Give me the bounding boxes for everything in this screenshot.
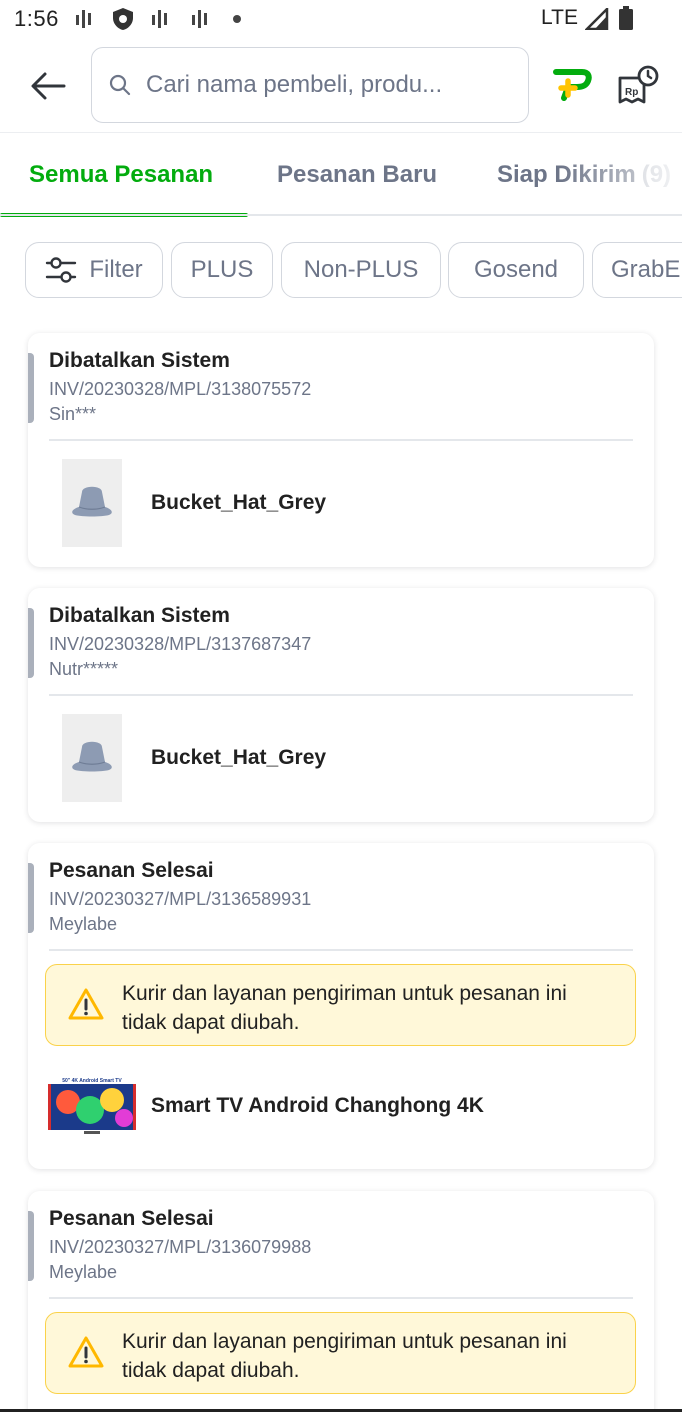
order-status: Dibatalkan Sistem (49, 604, 230, 627)
order-status: Pesanan Selesai (49, 859, 214, 882)
card-divider (49, 439, 633, 441)
cell-signal-icon (585, 8, 609, 30)
tab-all-orders[interactable]: Semua Pesanan (29, 133, 213, 217)
product-name: Smart TV Android Changhong 4K (151, 1094, 484, 1117)
tab-count-badge: (9) (641, 161, 672, 188)
tabs-divider (0, 214, 682, 216)
order-status: Pesanan Selesai (49, 1207, 214, 1230)
product-image (62, 714, 122, 802)
arrow-left-icon (31, 72, 66, 100)
svg-text:Rp: Rp (625, 87, 638, 98)
chip-gosend[interactable]: Gosend (448, 242, 584, 298)
chip-label: Non-PLUS (303, 256, 419, 283)
order-status: Dibatalkan Sistem (49, 349, 230, 372)
order-card[interactable]: Dibatalkan Sistem INV/20230328/MPL/31380… (28, 333, 654, 567)
warning-text: Kurir dan layanan pengiriman untuk pesan… (122, 982, 567, 1034)
chip-plus[interactable]: PLUS (171, 242, 273, 298)
product-image: 50" 4K Android Smart TV (48, 1076, 136, 1136)
invoice-number: INV/20230328/MPL/3138075572 (49, 379, 312, 399)
card-divider (49, 1297, 633, 1299)
invoice-number: INV/20230327/MPL/3136589931 (49, 889, 312, 909)
status-time: 1:56 (14, 6, 59, 31)
invoice-number: INV/20230328/MPL/3137687347 (49, 634, 312, 654)
shield-icon (113, 8, 133, 30)
buyer-name: Meylabe (49, 914, 118, 934)
filter-button[interactable]: Filter (25, 242, 163, 298)
tab-label: Siap Dikirim (497, 161, 636, 188)
sliders-icon (45, 256, 77, 284)
back-button[interactable] (26, 64, 70, 108)
status-indicator-bar (28, 353, 34, 423)
topay-button[interactable] (548, 66, 592, 107)
invoice-number: INV/20230327/MPL/3136079988 (49, 1237, 312, 1257)
search-icon (109, 74, 131, 96)
product-name: Bucket_Hat_Grey (151, 491, 327, 514)
tab-new-orders[interactable]: Pesanan Baru (277, 133, 437, 217)
status-indicator-bar (28, 608, 34, 678)
battery-icon (619, 6, 633, 30)
product-image-caption: 50" 4K Android Smart TV (62, 1078, 122, 1084)
chip-label: Filter (89, 256, 143, 283)
chip-non-plus[interactable]: Non-PLUS (281, 242, 441, 298)
receipt-clock-icon: Rp (618, 65, 659, 104)
product-name: Bucket_Hat_Grey (151, 746, 327, 769)
card-divider (49, 694, 633, 696)
topay-icon (553, 69, 592, 101)
search-bar[interactable] (91, 47, 529, 123)
warning-icon (68, 1336, 104, 1368)
warning-text: Kurir dan layanan pengiriman untuk pesan… (122, 1330, 567, 1382)
signal-bars-icon (192, 10, 207, 28)
tab-label: Semua Pesanan (29, 161, 214, 188)
status-bar: 1:56 LTE (0, 0, 682, 40)
signal-bars-icon (76, 10, 91, 28)
status-indicator-bar (28, 863, 34, 933)
buyer-name: Meylabe (49, 1262, 118, 1282)
buyer-name: Sin*** (49, 404, 97, 424)
order-card[interactable]: Pesanan Selesai INV/20230327/MPL/3136079… (28, 1191, 654, 1412)
chip-label: GrabE (611, 256, 681, 283)
tab-label: Pesanan Baru (277, 161, 438, 188)
order-tabs: Semua Pesanan Pesanan Baru Siap Dikirim … (0, 133, 682, 217)
chip-label: Gosend (473, 256, 559, 283)
buyer-name: Nutr***** (49, 659, 119, 679)
tab-ready-to-ship[interactable]: Siap Dikirim (9) (497, 133, 671, 217)
status-indicator-bar (28, 1211, 34, 1281)
chip-grabexpress[interactable]: GrabE (592, 242, 682, 298)
network-type: LTE (541, 6, 578, 29)
card-divider (49, 949, 633, 951)
warning-icon (68, 988, 104, 1020)
chip-label: PLUS (190, 256, 254, 283)
filter-chips: Filter PLUS Non-PLUS Gosend GrabE (0, 242, 682, 298)
dot-icon (233, 15, 241, 23)
search-input[interactable] (146, 71, 476, 99)
invoice-history-button[interactable]: Rp (616, 64, 660, 111)
order-card[interactable]: Pesanan Selesai INV/20230327/MPL/3136589… (28, 843, 654, 1169)
courier-warning-banner: Kurir dan layanan pengiriman untuk pesan… (45, 964, 636, 1046)
signal-bars-icon (152, 10, 167, 28)
product-image (62, 459, 122, 547)
order-card[interactable]: Dibatalkan Sistem INV/20230328/MPL/31376… (28, 588, 654, 822)
courier-warning-banner: Kurir dan layanan pengiriman untuk pesan… (45, 1312, 636, 1394)
